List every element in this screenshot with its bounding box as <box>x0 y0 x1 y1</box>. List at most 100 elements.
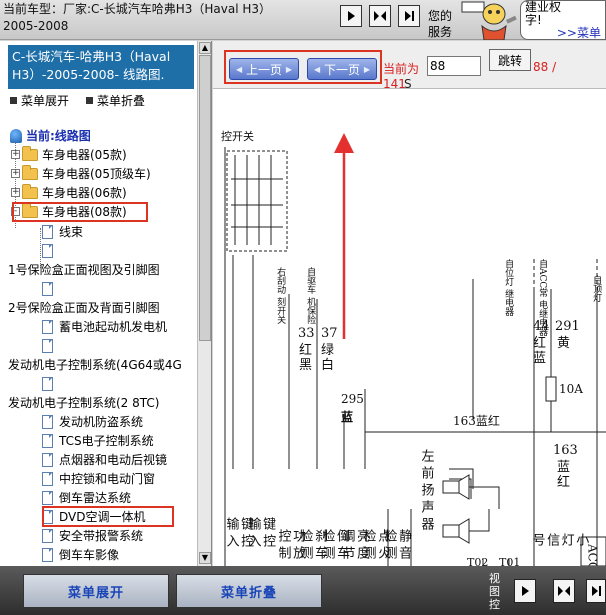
tree-folder[interactable]: + 车身电器(06款) <box>11 183 127 202</box>
tree-item[interactable]: 发动机电子控制系统(4G64或4G <box>8 355 182 374</box>
bubble-menu-link[interactable]: >>菜单 <box>525 27 601 40</box>
document-icon <box>42 414 53 429</box>
current-page-label: 当前为 <box>383 62 420 76</box>
page-navigation-bar: ◀ 上一页 ▶ ◀ 下一页 ▶ 当前为 跳转 88 / 141 S <box>213 41 606 91</box>
tree-item-label: 发动机电子控制系统(4G64或4G <box>8 358 182 372</box>
tree-item-label: 中控锁和电动门窗 <box>59 472 156 486</box>
wire-37-color: 绿 白 <box>321 343 335 373</box>
document-icon <box>42 528 53 543</box>
tree-item[interactable]: 2号保险盒正面及背面引脚图 <box>8 298 160 317</box>
tree-item-label: 点烟器和电动后视镜 <box>59 453 168 467</box>
jump-button[interactable]: 跳转 <box>489 49 531 71</box>
tree-item[interactable]: 发动机防盗系统 <box>42 412 143 431</box>
tree-item-label: TCS电子控制系统 <box>59 434 154 448</box>
pin-label: 静音检测 <box>381 529 412 563</box>
tree-root-label: 当前:线路图 <box>26 129 91 143</box>
vehicle-line-2: 2005-2008 <box>3 19 69 33</box>
prev-page-button[interactable]: ◀ 上一页 ▶ <box>229 58 299 80</box>
scrollbar-thumb[interactable] <box>199 55 211 341</box>
folder-icon <box>22 183 38 199</box>
collapse-menu-label: 菜单折叠 <box>97 94 146 108</box>
tree-item[interactable]: 线束 <box>42 222 83 241</box>
tree-item[interactable] <box>42 336 59 355</box>
wire-163-bus: 163蓝红 <box>453 414 500 428</box>
scroll-up-icon[interactable]: ▲ <box>199 42 211 54</box>
wire-33-color: 红 黑 <box>299 343 313 373</box>
expand-menu-button[interactable]: 菜单展开 <box>23 574 169 608</box>
tree-item[interactable]: TCS电子控制系统 <box>42 431 154 450</box>
tree-folder[interactable]: + 车身电器(05顶级车) <box>11 164 151 183</box>
tree-item[interactable]: 点烟器和电动后视镜 <box>42 450 167 469</box>
greeting-line-2: 服务 <box>428 25 453 39</box>
tree-item-label: 倒车车影像 <box>59 548 120 562</box>
current-vehicle-info: 当前车型：厂家:C-长城汽车哈弗H3（Haval H3） 2005-2008 <box>3 1 333 35</box>
tree-item[interactable]: 安全带报警系统 <box>42 526 143 545</box>
play-forward-icon <box>522 586 529 596</box>
current-page-number: 88 / <box>533 60 557 74</box>
next-page-label: 下一页 <box>323 62 360 77</box>
highlight-box <box>12 202 148 222</box>
tree-item[interactable]: 倒车车影像 <box>42 545 119 564</box>
document-icon <box>42 547 53 562</box>
tree-item[interactable]: 蓄电池起动机发电机 <box>42 317 167 336</box>
tree-item[interactable]: 倒车雷达系统 <box>42 488 131 507</box>
label-brake-fuse: 自驱车 机保险 <box>305 267 316 324</box>
tree-item-label: 1号保险盒正面视图及引脚图 <box>8 263 160 277</box>
step-forward-button[interactable] <box>586 579 606 603</box>
sidebar-scrollbar[interactable]: ▲ ▼ <box>197 41 211 566</box>
fit-width-icon <box>374 11 386 21</box>
tree-folder[interactable]: + 车身电器(05款) <box>11 145 127 164</box>
square-bullet-icon <box>10 97 17 104</box>
expand-menu-link[interactable]: 菜单展开 <box>10 92 69 109</box>
step-forward-button[interactable] <box>398 5 420 27</box>
wire-291-color: 黄 <box>557 336 571 351</box>
tree-item[interactable] <box>42 279 59 298</box>
prev-page-label: 上一页 <box>245 62 282 77</box>
highlight-box <box>42 506 174 527</box>
tree-item[interactable]: 1号保险盒正面视图及引脚图 <box>8 260 160 279</box>
expand-plus-icon[interactable]: + <box>11 169 20 178</box>
label-right-wiper: 右刮动 刻开关 <box>275 267 286 324</box>
pin-label-small-light: 小灯信号 <box>529 533 589 550</box>
switch-label: 控开关 <box>221 130 254 143</box>
collapse-menu-link[interactable]: 菜单折叠 <box>86 92 145 109</box>
square-bullet-icon <box>86 97 93 104</box>
tree-root[interactable]: 当前:线路图 <box>10 126 91 145</box>
wire-163-color: 蓝 红 <box>557 460 571 490</box>
fit-width-button[interactable] <box>369 5 391 27</box>
wire-44-color: 红 蓝 <box>533 336 547 366</box>
page-number-input[interactable] <box>427 56 481 76</box>
terminal-t01: T01 <box>499 556 521 566</box>
expand-plus-icon[interactable]: + <box>11 150 20 159</box>
play-forward-button[interactable] <box>340 5 362 27</box>
tree-item-label: 发动机防盗系统 <box>59 415 144 429</box>
tree-item-label: 蓄电池起动机发电机 <box>59 320 168 334</box>
expand-plus-icon[interactable]: + <box>11 188 20 197</box>
vehicle-line-1: 当前车型：厂家:C-长城汽车哈弗H3（Haval H3） <box>3 2 272 16</box>
arrow-left-icon: ◀ <box>314 64 321 74</box>
document-icon <box>42 490 53 505</box>
collapse-menu-button[interactable]: 菜单折叠 <box>176 574 322 608</box>
play-forward-icon <box>348 11 355 21</box>
label-position-relay: 自位灯 继电器 <box>503 259 514 316</box>
tree-folder-label: 车身电器(05顶级车) <box>42 167 151 181</box>
document-icon <box>42 319 53 334</box>
play-forward-button[interactable] <box>514 579 536 603</box>
tree-item[interactable]: 发动机电子控制系统(2 8TC) <box>8 393 159 412</box>
document-icon <box>42 433 53 448</box>
tree-item[interactable] <box>42 374 59 393</box>
fit-width-button[interactable] <box>553 579 575 603</box>
document-icon <box>42 471 53 486</box>
next-page-button[interactable]: ◀ 下一页 ▶ <box>307 58 377 80</box>
app-header: 当前车型：厂家:C-长城汽车哈弗H3（Haval H3） 2005-2008 您… <box>0 0 606 40</box>
document-icon <box>42 376 53 391</box>
wire-44: 44 <box>533 319 550 334</box>
tree-item[interactable]: 中控锁和电动门窗 <box>42 469 155 488</box>
tree-item[interactable] <box>42 241 59 260</box>
wire-291: 291 <box>555 319 580 334</box>
document-icon <box>42 224 53 239</box>
wire-37: 37 <box>321 326 338 341</box>
scroll-down-icon[interactable]: ▼ <box>199 552 211 564</box>
acc-label: ACC <box>585 544 600 566</box>
help-bubble: 建业权 字! >>菜单 <box>520 0 606 40</box>
